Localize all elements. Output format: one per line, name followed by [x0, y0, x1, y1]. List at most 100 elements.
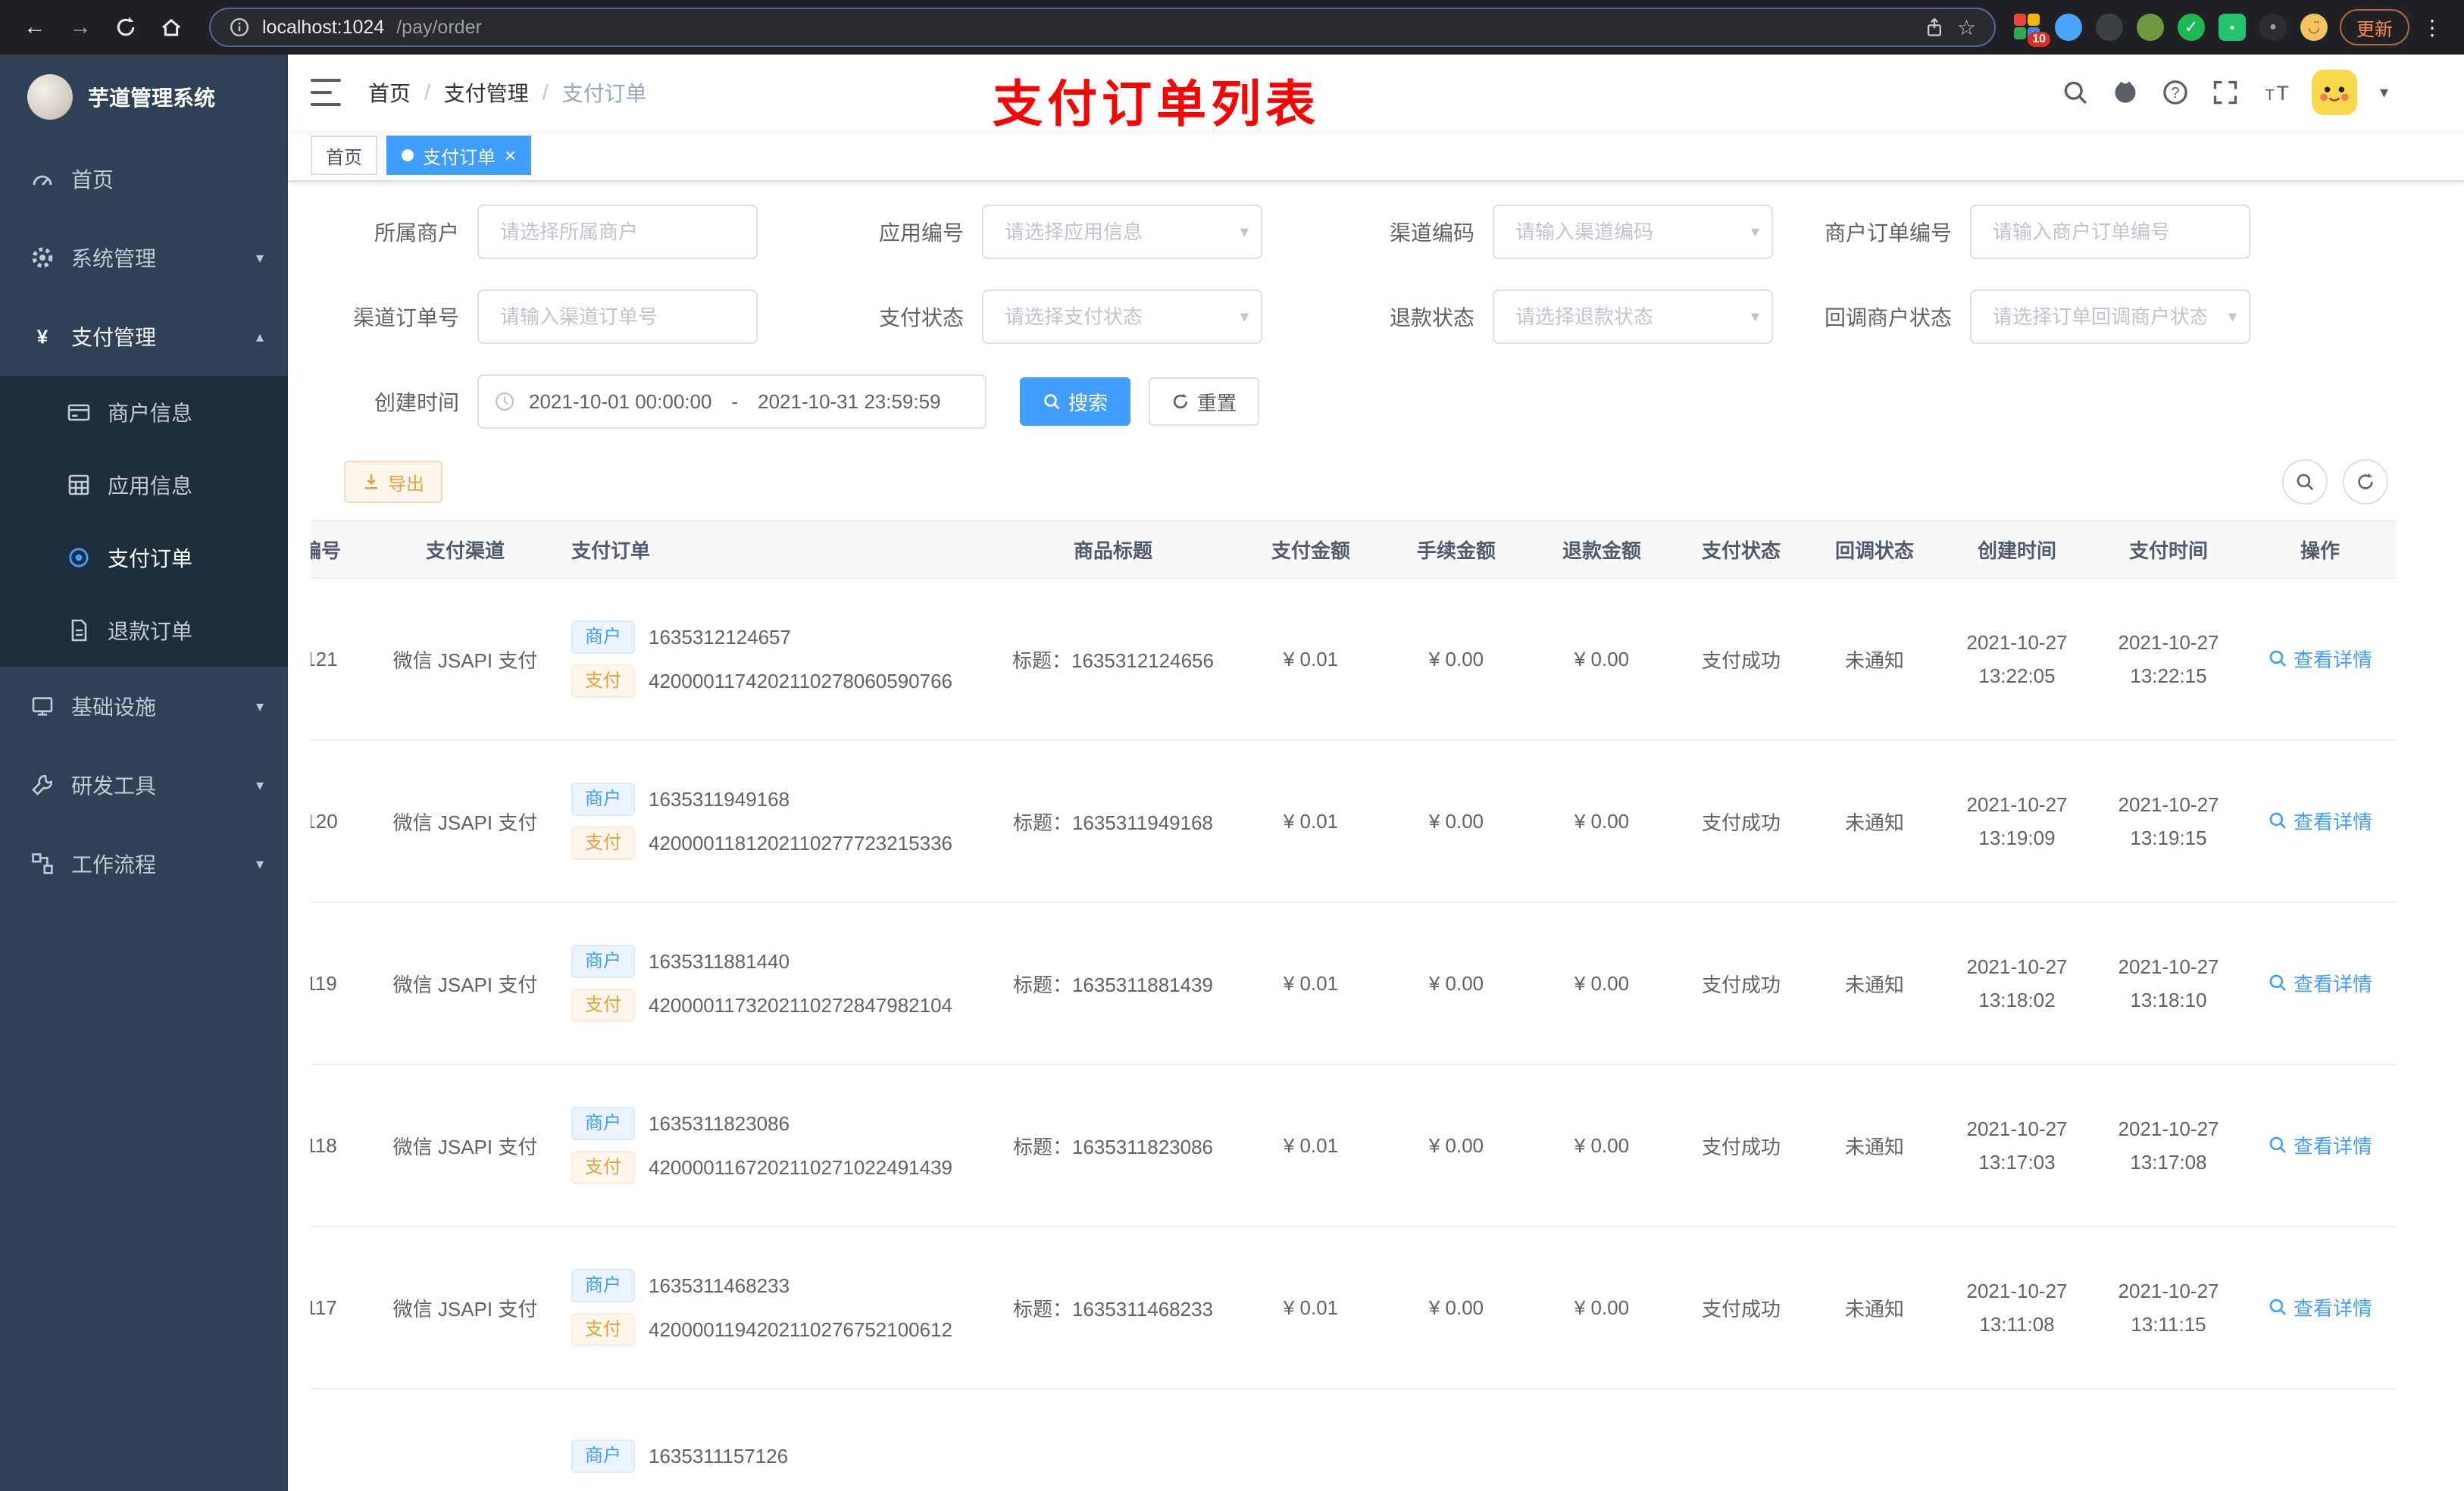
ext-grid-green [2014, 27, 2026, 39]
column-header-notify: 回调状态 [1834, 539, 1914, 562]
site-info-icon[interactable] [229, 17, 250, 38]
filter-label: 应用编号 [878, 221, 964, 245]
sidebar-item-workflow[interactable]: 工作流程 ▾ [0, 824, 288, 903]
cell-pay-time: 2021-10-27 13:19:15 [2118, 792, 2219, 849]
cell-pay-amount: ¥ 0.01 [1283, 1296, 1339, 1319]
extension-icon-check[interactable]: ✓ [2178, 14, 2205, 41]
date-end-value: 2021-10-31 23:59:59 [758, 389, 941, 413]
cell-pay-status: 支付成功 [1701, 1297, 1781, 1321]
browser-back-button[interactable]: ← [15, 8, 55, 47]
search-icon[interactable] [2062, 79, 2089, 106]
app-header: 首页 / 支付管理 / 支付订单 支付订单列表 ? TT ▾ [288, 55, 2464, 132]
extension-icon-drop[interactable] [2055, 14, 2082, 41]
column-header-pay-time: 支付时间 [2128, 539, 2208, 562]
cell-id: 119 [311, 971, 337, 995]
search-button[interactable]: 搜索 [1020, 377, 1131, 426]
view-detail-link[interactable]: 查看详情 [2268, 969, 2372, 997]
extension-icon-colorful[interactable]: 10 [2014, 14, 2050, 47]
sidebar-item-system[interactable]: 系统管理 ▾ [0, 218, 288, 297]
notify-status-filter-input[interactable] [1970, 289, 2250, 344]
fullscreen-icon[interactable] [2212, 79, 2239, 106]
sidebar-item-home[interactable]: 首页 [0, 139, 288, 218]
sidebar-item-devtools[interactable]: 研发工具 ▾ [0, 746, 288, 824]
refresh-table-button[interactable] [2343, 459, 2388, 505]
sidebar-item-infrastructure[interactable]: 基础设施 ▾ [0, 667, 288, 746]
export-button[interactable]: 导出 [344, 461, 442, 503]
filter-label: 所属商户 [374, 221, 459, 245]
create-time-range-picker[interactable]: 2021-10-01 00:00:00 - 2021-10-31 23:59:5… [477, 374, 987, 429]
sidebar-item-app-info[interactable]: 应用信息 [0, 449, 288, 521]
pay-status-filter: ▾ [982, 289, 1262, 344]
active-dot-icon [402, 149, 414, 161]
avatar-caret-icon[interactable]: ▾ [2380, 83, 2388, 102]
extension-icon-pin[interactable]: ● [2259, 14, 2287, 41]
view-detail-link[interactable]: 查看详情 [2268, 807, 2372, 835]
filter-label: 渠道编码 [1389, 221, 1474, 245]
view-detail-link[interactable]: 查看详情 [2268, 1131, 2372, 1159]
close-icon[interactable]: × [505, 145, 516, 165]
address-bar[interactable]: localhost:1024/pay/order ☆ [209, 8, 1996, 47]
cell-create-time: 2021-10-27 13:22:05 [1966, 630, 2068, 687]
main-area: 首页 / 支付管理 / 支付订单 支付订单列表 ? TT ▾ 首页 支付订单 ×… [288, 55, 2464, 1491]
toggle-search-button[interactable] [2282, 459, 2328, 505]
breadcrumb-home[interactable]: 首页 [368, 77, 411, 108]
github-icon[interactable] [2112, 79, 2139, 106]
extension-icon-chat[interactable]: ▪ [2219, 14, 2246, 41]
export-button-label: 导出 [388, 474, 424, 495]
refund-status-filter-input[interactable] [1493, 289, 1773, 344]
sidebar: 芋道管理系统 首页 系统管理 ▾ ¥ 支付管理 ▴ 商户信息 应用信息 支付订单… [0, 55, 288, 1491]
browser-menu-icon[interactable]: ⋮ [2416, 15, 2449, 40]
date-start-value: 2021-10-01 00:00:00 [529, 389, 712, 413]
channel-code-filter-input[interactable] [1493, 205, 1773, 259]
view-detail-link[interactable]: 查看详情 [2268, 1293, 2372, 1321]
cell-refund-amount: ¥ 0.00 [1574, 647, 1630, 670]
sidebar-item-label: 系统管理 [71, 247, 157, 270]
extension-icon-green-sphere[interactable] [2137, 14, 2164, 41]
tab-pay-order[interactable]: 支付订单 × [386, 136, 532, 175]
merchant-tag: 商户 [571, 1269, 635, 1302]
logo[interactable]: 芋道管理系统 [0, 55, 288, 139]
merchant-order-no-filter-input[interactable] [1970, 205, 2250, 259]
chat-dot-icon: ▪ [2229, 20, 2235, 35]
cell-pay-amount: ¥ 0.01 [1283, 1133, 1339, 1157]
magnifier-icon [2269, 650, 2286, 667]
channel-order-no-filter-input[interactable] [477, 289, 758, 344]
extension-icon-dark-sphere[interactable] [2096, 14, 2123, 41]
share-icon[interactable] [1924, 17, 1945, 38]
merchant-order-no: 1635311881440 [649, 949, 790, 973]
pay-order-no: 4200001173202110272847982104 [649, 993, 953, 1017]
merchant-order-no: 1635311468233 [649, 1274, 790, 1297]
browser-refresh-button[interactable] [106, 8, 145, 47]
cell-notify-status: 未通知 [1844, 1135, 1904, 1158]
view-detail-label: 查看详情 [2293, 648, 2372, 671]
sidebar-item-merchant-info[interactable]: 商户信息 [0, 376, 288, 449]
breadcrumb-parent[interactable]: 支付管理 [444, 77, 529, 108]
font-size-icon[interactable]: TT [2262, 79, 2289, 106]
reset-button[interactable]: 重置 [1149, 377, 1260, 426]
browser-update-button[interactable]: 更新 [2340, 9, 2409, 45]
app-no-filter-input[interactable] [982, 205, 1262, 259]
bookmark-star-icon[interactable]: ☆ [1957, 15, 1976, 40]
user-avatar[interactable] [2311, 70, 2357, 115]
sidebar-item-payment[interactable]: ¥ 支付管理 ▴ [0, 297, 288, 376]
pay-status-filter-input[interactable] [982, 289, 1262, 344]
sidebar-item-refund-order[interactable]: 退款订单 [0, 594, 288, 667]
hamburger-icon[interactable] [311, 79, 344, 106]
view-detail-label: 查看详情 [2293, 1296, 2372, 1320]
profile-avatar-icon[interactable]: ◡̈ [2300, 14, 2328, 41]
tab-label: 首页 [326, 147, 362, 168]
view-detail-link[interactable]: 查看详情 [2268, 645, 2372, 673]
browser-forward-button[interactable]: → [61, 8, 100, 47]
sidebar-item-pay-order[interactable]: 支付订单 [0, 521, 288, 594]
view-detail-label: 查看详情 [2293, 972, 2372, 996]
help-icon[interactable]: ? [2162, 79, 2189, 106]
workflow-icon [32, 853, 53, 874]
browser-home-button[interactable] [152, 8, 191, 47]
tab-home[interactable]: 首页 [311, 136, 377, 175]
cell-create-time: 2021-10-27 13:18:02 [1966, 955, 2068, 1011]
breadcrumb-separator: / [542, 80, 549, 104]
merchant-tag: 商户 [571, 620, 635, 654]
merchant-filter-input[interactable] [477, 205, 758, 259]
extensions-area: 10 ✓ ▪ ● ◡̈ [2014, 14, 2328, 47]
monitor-icon [32, 697, 53, 716]
